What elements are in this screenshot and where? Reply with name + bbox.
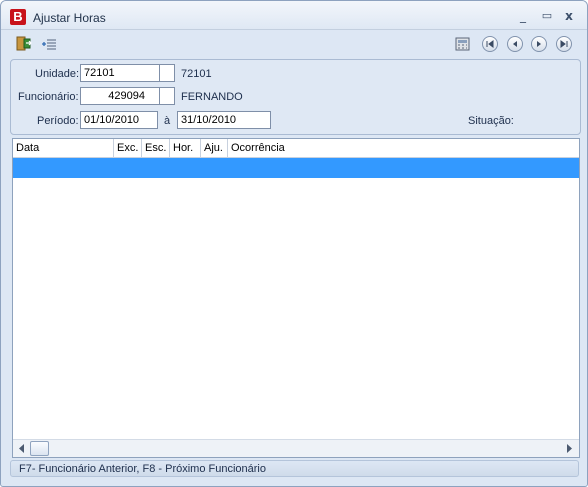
periodo-end-field[interactable]: 31/10/2010 bbox=[177, 111, 271, 129]
list-add-icon[interactable] bbox=[41, 35, 59, 53]
toolbar bbox=[1, 31, 587, 57]
close-button[interactable]: x bbox=[561, 9, 577, 23]
unidade-name: 72101 bbox=[181, 68, 212, 80]
app-logo-icon: B bbox=[10, 9, 26, 25]
ajustar-horas-window: B Ajustar Horas _ ▭ x Unidade: 72101 721… bbox=[0, 0, 588, 487]
unidade-label: Unidade: bbox=[35, 68, 80, 80]
column-hor[interactable]: Hor. bbox=[170, 139, 201, 157]
maximize-button[interactable]: ▭ bbox=[539, 9, 555, 23]
hours-grid[interactable]: Data Exc. Esc. Hor. Aju. Ocorrência bbox=[12, 138, 580, 458]
column-exc[interactable]: Exc. bbox=[114, 139, 142, 157]
periodo-separator: à bbox=[164, 115, 171, 127]
situacao-label: Situação: bbox=[468, 115, 514, 127]
calculator-icon[interactable] bbox=[454, 35, 472, 53]
status-text: F7- Funcionário Anterior, F8 - Próximo F… bbox=[19, 463, 266, 475]
funcionario-field[interactable]: 429094 bbox=[80, 87, 160, 105]
window-title: Ajustar Horas bbox=[33, 11, 106, 25]
column-data[interactable]: Data bbox=[13, 139, 114, 157]
exit-icon[interactable] bbox=[15, 35, 33, 53]
unidade-field[interactable]: 72101 bbox=[80, 64, 160, 82]
periodo-label: Período: bbox=[37, 115, 79, 127]
last-record-icon[interactable] bbox=[556, 36, 572, 52]
filter-panel: Unidade: 72101 72101 Funcionário: 429094… bbox=[10, 59, 581, 135]
status-bar: F7- Funcionário Anterior, F8 - Próximo F… bbox=[10, 460, 579, 477]
prev-record-icon[interactable] bbox=[507, 36, 523, 52]
minimize-button[interactable]: _ bbox=[515, 9, 531, 23]
unidade-lookup-button[interactable] bbox=[159, 64, 175, 82]
grid-header: Data Exc. Esc. Hor. Aju. Ocorrência bbox=[13, 139, 579, 158]
next-record-icon[interactable] bbox=[531, 36, 547, 52]
title-bar[interactable]: B Ajustar Horas _ ▭ x bbox=[1, 1, 587, 30]
horizontal-scrollbar[interactable] bbox=[13, 439, 579, 457]
selected-row[interactable] bbox=[13, 158, 579, 178]
scroll-right-icon[interactable] bbox=[565, 444, 573, 453]
funcionario-lookup-button[interactable] bbox=[159, 87, 175, 105]
scroll-thumb[interactable] bbox=[30, 441, 49, 456]
funcionario-label: Funcionário: bbox=[18, 91, 79, 103]
first-record-icon[interactable] bbox=[482, 36, 498, 52]
column-esc[interactable]: Esc. bbox=[142, 139, 170, 157]
column-ocorrencia[interactable]: Ocorrência bbox=[228, 139, 348, 157]
scroll-left-icon[interactable] bbox=[18, 444, 26, 453]
column-aju[interactable]: Aju. bbox=[201, 139, 228, 157]
funcionario-name: FERNANDO bbox=[181, 91, 243, 103]
periodo-start-field[interactable]: 01/10/2010 bbox=[80, 111, 158, 129]
